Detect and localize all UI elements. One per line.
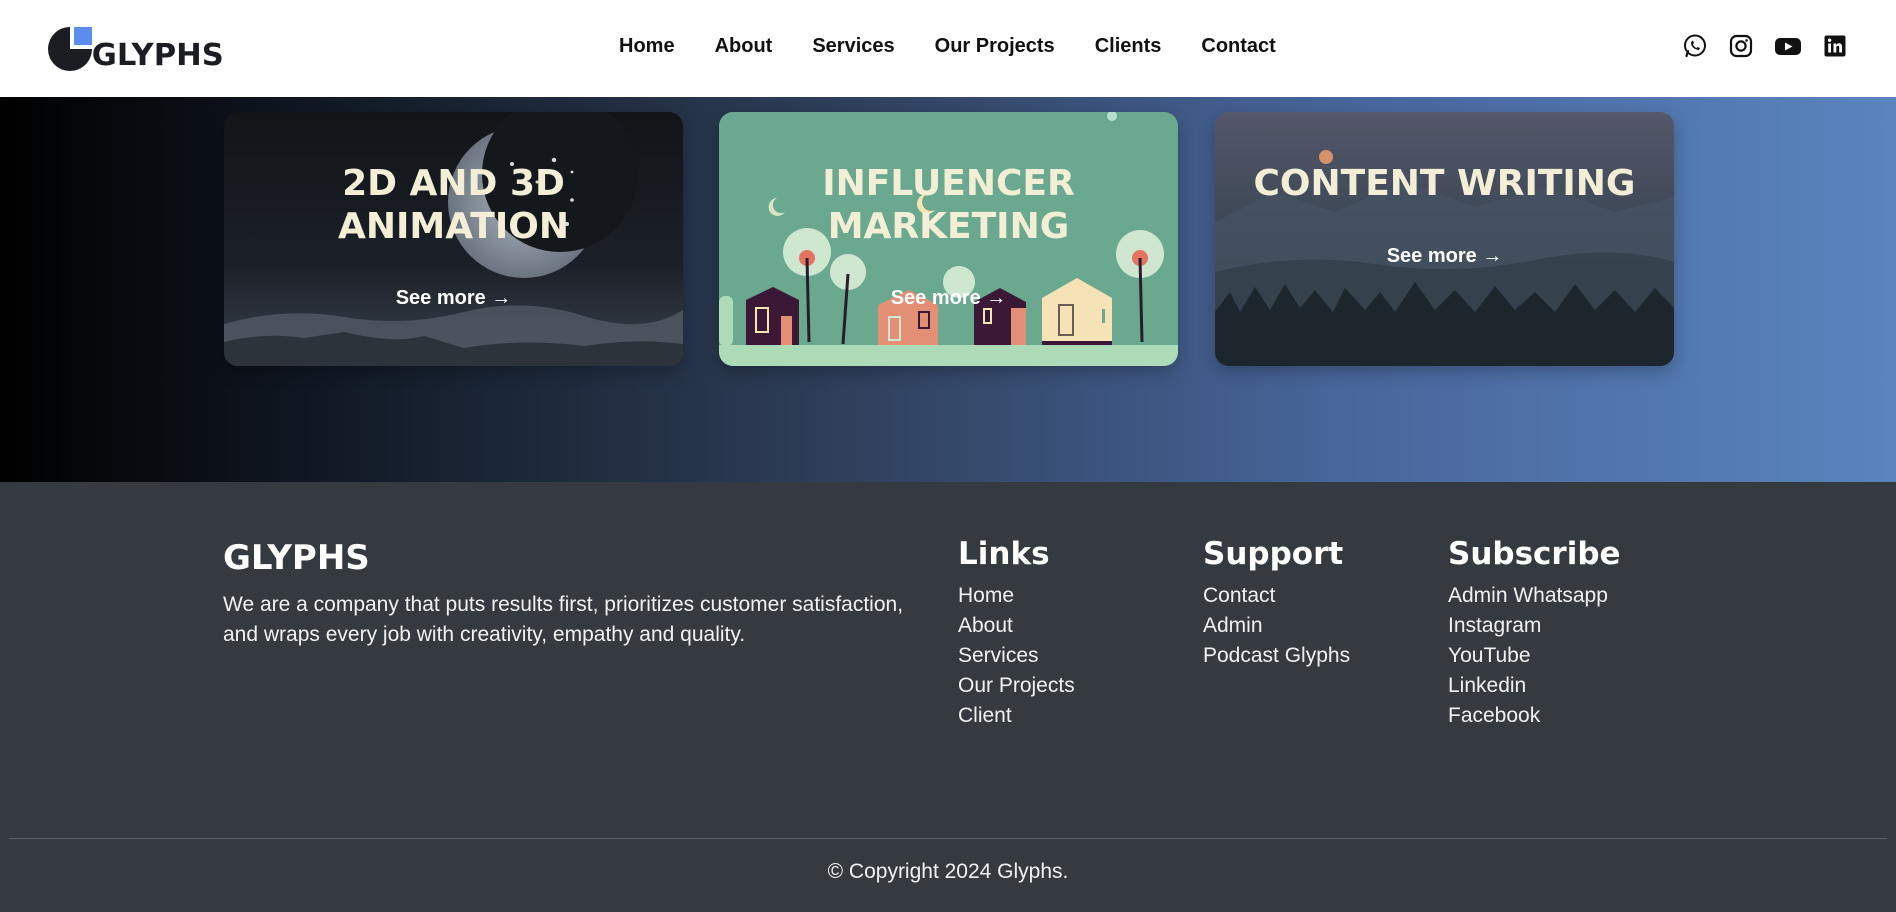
service-card-animation[interactable]: 2D AND 3D ANIMATION See more → [224,112,683,366]
card-title-line1: INFLUENCER [822,163,1075,204]
footer-link-client[interactable]: Client [958,701,1075,731]
footer-link-youtube[interactable]: YouTube [1448,641,1621,671]
footer-link-about[interactable]: About [958,611,1075,641]
site-footer: GLYPHS We are a company that puts result… [0,482,1896,912]
service-card-influencer-marketing[interactable]: INFLUENCER MARKETING See more → [719,112,1178,366]
footer-link-instagram[interactable]: Instagram [1448,611,1621,641]
social-links [1682,33,1848,59]
nav-services[interactable]: Services [812,34,894,58]
site-header: GLYPHS Home About Services Our Projects … [0,0,1896,97]
nav-our-projects[interactable]: Our Projects [935,34,1055,58]
footer-link-home[interactable]: Home [958,581,1075,611]
footer-about-text: We are a company that puts results first… [223,593,904,646]
footer-brand: GLYPHS [223,538,370,578]
footer-subscribe-heading: Subscribe [1448,536,1621,572]
misty-mountain-forest-image [1215,112,1674,366]
service-card-content-writing[interactable]: CONTENT WRITING See more → [1215,112,1674,366]
footer-link-contact[interactable]: Contact [1203,581,1350,611]
footer-subscribe-column: Subscribe Admin Whatsapp Instagram YouTu… [1448,536,1621,731]
footer-links-heading: Links [958,536,1050,572]
card-title: CONTENT WRITING [1253,163,1636,204]
see-more-link[interactable]: See more → [1215,245,1674,268]
footer-link-admin[interactable]: Admin [1203,611,1350,641]
see-more-link[interactable]: See more → [719,287,1178,310]
nav-contact[interactable]: Contact [1201,34,1275,58]
brand-logo[interactable]: GLYPHS [48,25,224,73]
footer-link-linkedin[interactable]: Linkedin [1448,671,1621,701]
footer-links-column: Links Home About Services Our Projects C… [958,536,1075,731]
footer-link-podcast[interactable]: Podcast Glyphs [1203,641,1350,671]
footer-divider [9,838,1887,839]
nav-home[interactable]: Home [619,34,675,58]
copyright-text: © Copyright 2024 Glyphs. [827,860,1069,883]
youtube-icon[interactable] [1774,33,1802,59]
footer-support-column: Support Contact Admin Podcast Glyphs [1203,536,1350,671]
footer-support-heading: Support [1203,536,1344,572]
footer-link-services[interactable]: Services [958,641,1075,671]
footer-link-our-projects[interactable]: Our Projects [958,671,1075,701]
linkedin-icon[interactable] [1822,33,1848,59]
whatsapp-icon[interactable] [1682,33,1708,59]
instagram-icon[interactable] [1728,33,1754,59]
card-title-line2: MARKETING [827,206,1070,247]
main-nav: Home About Services Our Projects Clients… [619,34,1316,58]
services-section: 2D AND 3D ANIMATION See more → INFLUENCE… [0,97,1896,482]
card-title-line2: ANIMATION [338,206,569,247]
footer-link-admin-whatsapp[interactable]: Admin Whatsapp [1448,581,1621,611]
see-more-link[interactable]: See more → [224,287,683,310]
nav-about[interactable]: About [715,34,773,58]
nav-clients[interactable]: Clients [1095,34,1162,58]
footer-link-facebook[interactable]: Facebook [1448,701,1621,731]
card-title-line1: 2D AND 3D [342,163,565,204]
glyphs-logo-mark-icon [48,27,92,71]
brand-name: GLYPHS [91,38,224,73]
